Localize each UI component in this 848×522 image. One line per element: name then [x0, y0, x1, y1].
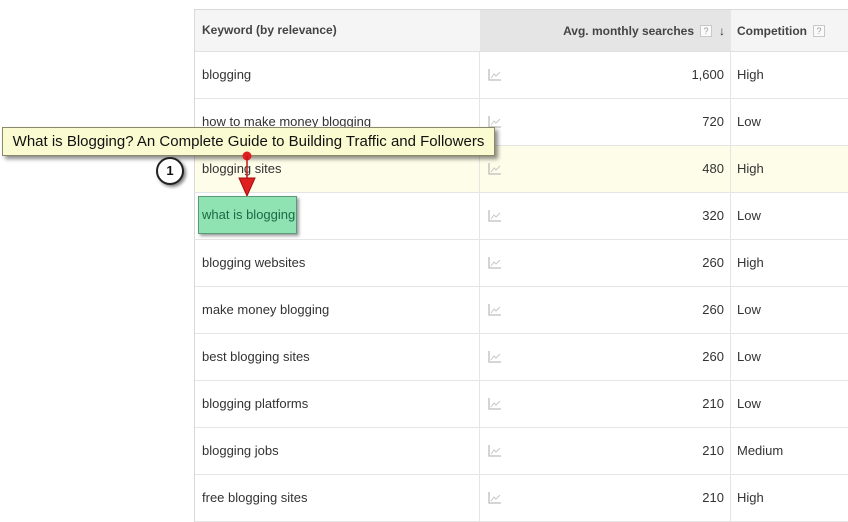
- trend-chart-icon[interactable]: [488, 210, 502, 222]
- avg-searches-cell: 210: [520, 381, 731, 427]
- competition-cell: Low: [737, 114, 761, 129]
- avg-searches-cell: 210: [520, 428, 731, 474]
- trend-chart-icon[interactable]: [488, 69, 502, 81]
- column-header-competition[interactable]: Competition ?: [731, 10, 848, 51]
- trend-chart-icon[interactable]: [488, 351, 502, 363]
- competition-cell: High: [737, 255, 764, 270]
- trend-cell[interactable]: [480, 428, 520, 474]
- table-row: blogging 1,600 High: [195, 52, 848, 99]
- avg-searches-cell: 720: [520, 99, 731, 145]
- competition-cell: High: [737, 161, 764, 176]
- column-header-avg-monthly-searches[interactable]: Avg. monthly searches ? ↓: [480, 10, 731, 51]
- competition-cell: High: [737, 67, 764, 82]
- table-row: best blogging sites 260 Low: [195, 334, 848, 381]
- table-row: make money blogging 260 Low: [195, 287, 848, 334]
- competition-label: Competition: [737, 23, 807, 38]
- keyword-cell[interactable]: best blogging sites: [195, 334, 480, 380]
- trend-chart-icon[interactable]: [488, 398, 502, 410]
- sort-descending-icon[interactable]: ↓: [719, 24, 725, 38]
- trend-cell[interactable]: [480, 381, 520, 427]
- competition-cell: High: [737, 490, 764, 505]
- table-row: blogging platforms 210 Low: [195, 381, 848, 428]
- keyword-cell[interactable]: blogging platforms: [195, 381, 480, 427]
- avg-searches-cell: 260: [520, 334, 731, 380]
- avg-searches-cell: 260: [520, 240, 731, 286]
- trend-chart-icon[interactable]: [488, 163, 502, 175]
- step-number-badge: 1: [156, 157, 184, 185]
- avg-searches-cell: 210: [520, 475, 731, 521]
- help-icon[interactable]: ?: [700, 24, 712, 37]
- competition-cell: Medium: [737, 443, 784, 458]
- trend-cell[interactable]: [480, 193, 520, 239]
- avg-searches-cell: 260: [520, 287, 731, 333]
- competition-cell: Low: [737, 302, 761, 317]
- table-header: Keyword (by relevance) Avg. monthly sear…: [195, 10, 848, 52]
- keyword-cell[interactable]: blogging: [195, 52, 480, 98]
- trend-cell[interactable]: [480, 334, 520, 380]
- table-body: blogging 1,600 High how to make money blogg…: [195, 52, 848, 522]
- trend-cell[interactable]: [480, 475, 520, 521]
- trend-chart-icon[interactable]: [488, 445, 502, 457]
- avg-searches-label: Avg. monthly searches: [563, 23, 694, 38]
- avg-searches-cell: 320: [520, 193, 731, 239]
- trend-cell[interactable]: [480, 240, 520, 286]
- avg-searches-cell: 1,600: [520, 52, 731, 98]
- annotation-arrow-icon: [238, 151, 256, 198]
- trend-cell[interactable]: [480, 287, 520, 333]
- avg-searches-cell: 480: [520, 146, 731, 192]
- table-row: blogging jobs 210 Medium: [195, 428, 848, 475]
- highlighted-keyword: what is blogging: [198, 196, 297, 234]
- keyword-cell[interactable]: blogging jobs: [195, 428, 480, 474]
- trend-cell[interactable]: [480, 52, 520, 98]
- keyword-ideas-table: Keyword (by relevance) Avg. monthly sear…: [194, 9, 848, 522]
- trend-chart-icon[interactable]: [488, 492, 502, 504]
- competition-cell: Low: [737, 349, 761, 364]
- trend-chart-icon[interactable]: [488, 257, 502, 269]
- competition-cell: Low: [737, 396, 761, 411]
- competition-cell: Low: [737, 208, 761, 223]
- table-row: free blogging sites 210 High: [195, 475, 848, 522]
- keyword-cell[interactable]: make money blogging: [195, 287, 480, 333]
- trend-chart-icon[interactable]: [488, 304, 502, 316]
- keyword-cell[interactable]: blogging websites: [195, 240, 480, 286]
- help-icon[interactable]: ?: [813, 24, 825, 37]
- table-row: blogging websites 260 High: [195, 240, 848, 287]
- keyword-cell[interactable]: free blogging sites: [195, 475, 480, 521]
- column-header-keyword[interactable]: Keyword (by relevance): [195, 10, 480, 51]
